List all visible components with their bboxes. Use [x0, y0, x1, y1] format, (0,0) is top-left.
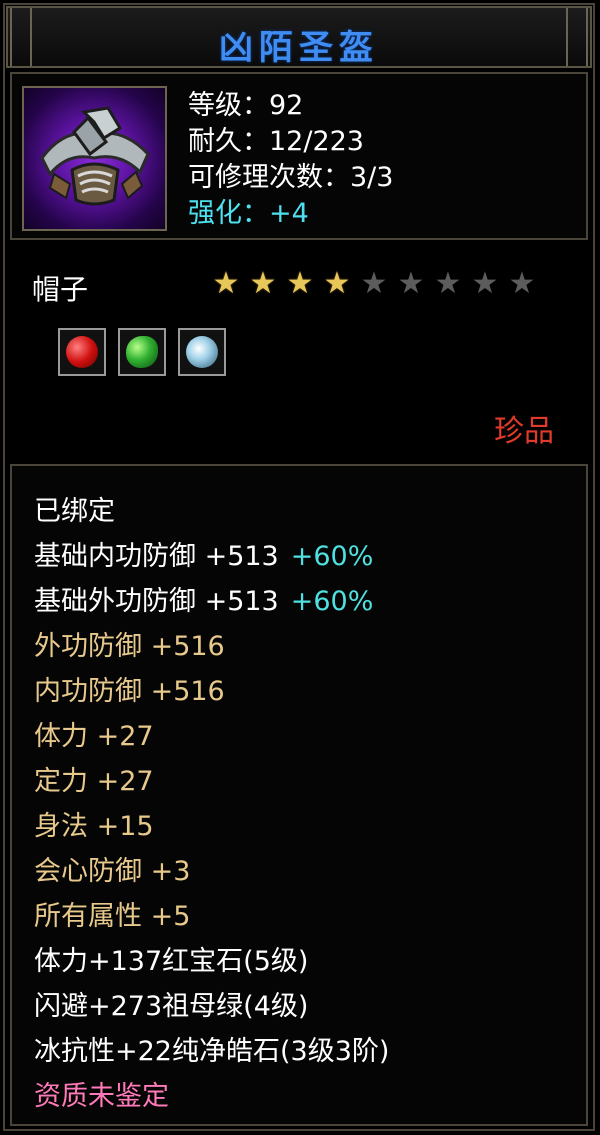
attribute-text: 基础内功防御 +513: [34, 541, 279, 572]
attribute-row: 内功防御 +516: [34, 672, 389, 717]
attribute-text: 所有属性 +5: [34, 901, 191, 932]
star-filled-icon: ★: [212, 266, 240, 301]
attribute-text: 会心防御 +3: [34, 856, 191, 887]
item-level: 等级：92: [188, 90, 304, 121]
star-empty-icon: ★: [360, 266, 388, 301]
star-filled-icon: ★: [249, 266, 277, 301]
star-filled-icon: ★: [286, 266, 314, 301]
attribute-bonus: +60%: [290, 541, 374, 572]
item-durability: 耐久：12/223: [188, 126, 364, 157]
attribute-row: 体力 +27: [34, 717, 389, 762]
attribute-row: 外功防御 +516: [34, 627, 389, 672]
green-gem-icon[interactable]: [118, 328, 166, 376]
attribute-text: 体力 +27: [34, 721, 154, 752]
star-empty-icon: ★: [397, 266, 425, 301]
item-repair-count: 可修理次数：3/3: [188, 162, 394, 193]
attribute-text: 定力 +27: [34, 766, 154, 797]
title-bar: 凶陌圣盔: [6, 6, 592, 68]
attribute-row: 会心防御 +3: [34, 852, 389, 897]
attribute-text: 体力+137红宝石(5级): [34, 946, 309, 977]
attribute-row: 资质未鉴定: [34, 1077, 389, 1122]
attribute-text: 闪避+273祖母绿(4级): [34, 991, 309, 1022]
item-category: 帽子: [32, 273, 89, 306]
attribute-text: 已绑定: [34, 496, 115, 527]
attribute-row: 身法 +15: [34, 807, 389, 852]
attribute-row: 基础外功防御 +513 +60%: [34, 582, 389, 627]
star-rating: ★ ★ ★ ★ ★ ★ ★ ★ ★: [210, 268, 538, 300]
attribute-text: 内功防御 +516: [34, 676, 225, 707]
star-empty-icon: ★: [434, 266, 462, 301]
star-empty-icon: ★: [508, 266, 536, 301]
attribute-text: 冰抗性+22纯净皓石(3级3阶): [34, 1036, 390, 1067]
attribute-row: 基础内功防御 +513 +60%: [34, 537, 389, 582]
attribute-row: 闪避+273祖母绿(4级): [34, 987, 389, 1032]
gem-slots: [58, 328, 226, 376]
item-enhancement: 强化：+4: [188, 198, 309, 229]
star-filled-icon: ★: [323, 266, 351, 301]
white-gem-icon[interactable]: [178, 328, 226, 376]
attribute-row: 所有属性 +5: [34, 897, 389, 942]
attribute-row: 冰抗性+22纯净皓石(3级3阶): [34, 1032, 389, 1077]
attribute-text: 基础外功防御 +513: [34, 586, 279, 617]
helmet-icon: [22, 86, 167, 231]
attribute-bonus: +60%: [290, 586, 374, 617]
attribute-text: 外功防御 +516: [34, 631, 225, 662]
attribute-list: 已绑定基础内功防御 +513 +60% 基础外功防御 +513 +60% 外功防御 +5…: [34, 492, 389, 1122]
attribute-row: 已绑定: [34, 492, 389, 537]
item-name: 凶陌圣盔: [219, 28, 379, 68]
attribute-text: 身法 +15: [34, 811, 154, 842]
attribute-row: 体力+137红宝石(5级): [34, 942, 389, 987]
red-gem-icon[interactable]: [58, 328, 106, 376]
attribute-text: 资质未鉴定: [34, 1081, 169, 1112]
helmet-icon-graphic: [40, 106, 150, 206]
star-empty-icon: ★: [471, 266, 499, 301]
item-stats: 等级：92 耐久：12/223 可修理次数：3/3 强化：+4: [188, 88, 393, 232]
rarity-label: 珍品: [494, 414, 554, 449]
attribute-row: 定力 +27: [34, 762, 389, 807]
